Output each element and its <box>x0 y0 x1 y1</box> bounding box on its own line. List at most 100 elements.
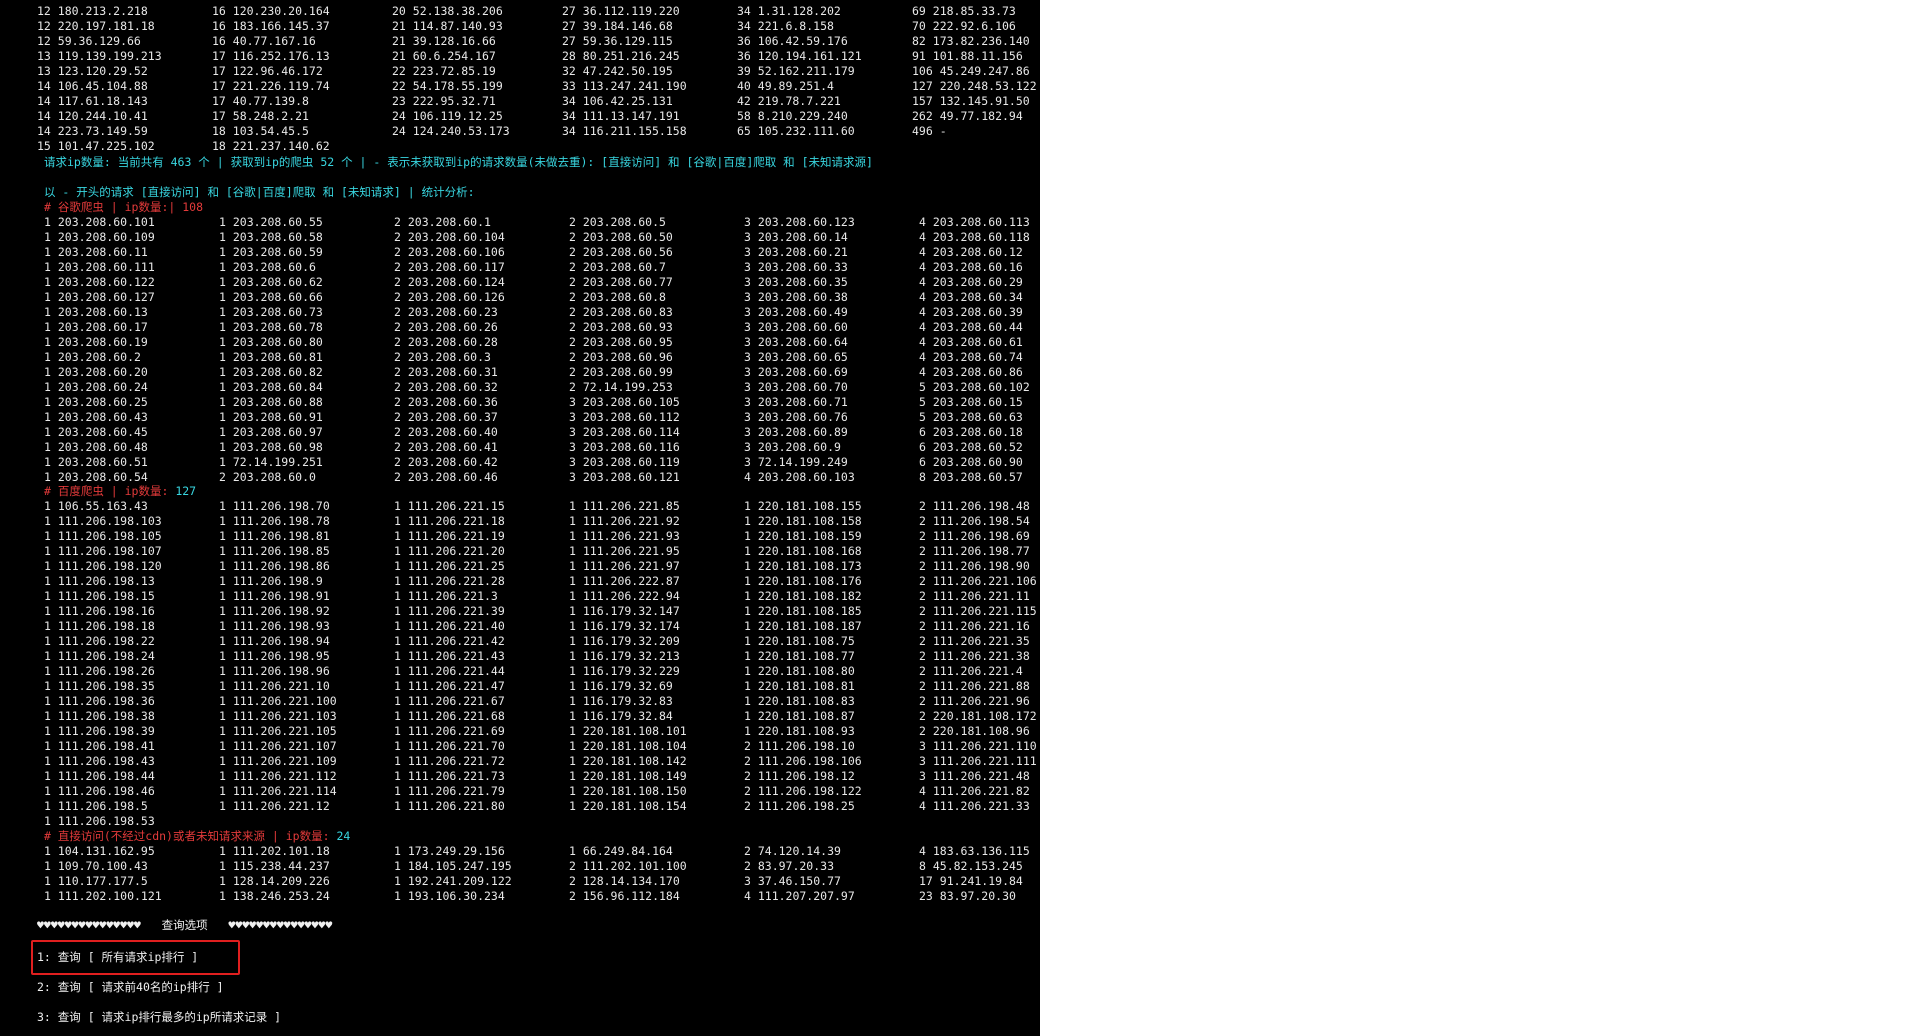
google-row-cell: 1 203.208.60.82 <box>219 365 323 379</box>
baidu-row-cell: 1 111.206.221.25 <box>394 559 505 573</box>
google-row-cell: 3 203.208.60.33 <box>744 260 848 274</box>
google-row-cell: 3 72.14.199.249 <box>744 455 848 469</box>
google-row-cell: 3 203.208.60.69 <box>744 365 848 379</box>
top-table-cell: 18 103.54.45.5 <box>212 124 309 138</box>
google-row-cell: 4 203.208.60.74 <box>919 350 1023 364</box>
google-row-cell: 1 203.208.60.2 <box>44 350 141 364</box>
top-table-cell: 22 223.72.85.19 <box>392 64 496 78</box>
google-row-cell: 3 203.208.60.9 <box>744 440 841 454</box>
baidu-row-cell: 1 111.206.221.93 <box>569 529 680 543</box>
baidu-row-cell: 1 111.206.198.46 <box>44 784 155 798</box>
baidu-row-cell: 1 220.181.108.168 <box>744 544 862 558</box>
google-row-cell: 3 203.208.60.60 <box>744 320 848 334</box>
top-table-cell: 65 105.232.111.60 <box>737 124 855 138</box>
google-row-cell: 1 203.208.60.97 <box>219 425 323 439</box>
google-row-cell: 1 203.208.60.51 <box>44 455 148 469</box>
google-row-cell: 2 203.208.60.23 <box>394 305 498 319</box>
top-table-cell: 34 1.31.128.202 <box>737 4 841 18</box>
baidu-row-cell: 1 220.181.108.75 <box>744 634 855 648</box>
top-table-cell: 17 58.248.2.21 <box>212 109 309 123</box>
baidu-row-cell: 2 111.206.198.69 <box>919 529 1030 543</box>
baidu-row-cell: 1 111.206.198.94 <box>219 634 330 648</box>
google-row-cell: 3 203.208.60.35 <box>744 275 848 289</box>
baidu-row-cell: 1 111.206.198.18 <box>44 619 155 633</box>
baidu-row-cell: 1 111.206.221.42 <box>394 634 505 648</box>
google-row-cell: 1 203.208.60.73 <box>219 305 323 319</box>
google-row-cell: 2 203.208.60.99 <box>569 365 673 379</box>
menu-option-2[interactable]: 2: 查询 [ 请求前40名的ip排行 ] <box>37 980 224 995</box>
direct-row-cell: 4 111.207.207.97 <box>744 889 855 903</box>
baidu-row-cell: 1 111.206.198.105 <box>44 529 162 543</box>
baidu-row-cell: 1 111.206.198.95 <box>219 649 330 663</box>
baidu-row-cell: 1 111.206.198.43 <box>44 754 155 768</box>
google-row-cell: 2 203.208.60.37 <box>394 410 498 424</box>
baidu-row-cell: 1 111.206.221.67 <box>394 694 505 708</box>
top-table-cell: 24 106.119.12.25 <box>392 109 503 123</box>
baidu-row-cell: 1 220.181.108.182 <box>744 589 862 603</box>
baidu-row-cell: 1 111.206.221.100 <box>219 694 337 708</box>
baidu-row-cell: 1 111.206.198.39 <box>44 724 155 738</box>
direct-row-cell: 1 66.249.84.164 <box>569 844 673 858</box>
google-row-cell: 2 203.208.60.106 <box>394 245 505 259</box>
baidu-row-cell: 1 111.206.221.12 <box>219 799 330 813</box>
baidu-row-cell: 1 111.206.222.87 <box>569 574 680 588</box>
google-row-cell: 1 203.208.60.25 <box>44 395 148 409</box>
baidu-row-cell: 1 220.181.108.87 <box>744 709 855 723</box>
baidu-row-cell: 1 111.206.221.47 <box>394 679 505 693</box>
baidu-row-cell: 4 111.206.221.82 <box>919 784 1030 798</box>
baidu-row-cell: 1 220.181.108.149 <box>569 769 687 783</box>
google-row-cell: 6 203.208.60.52 <box>919 440 1023 454</box>
baidu-header-count: 127 <box>168 484 197 498</box>
baidu-row-cell: 1 111.206.221.85 <box>569 499 680 513</box>
menu-option-3[interactable]: 3: 查询 [ 请求ip排行最多的ip所请求记录 ] <box>37 1010 281 1025</box>
google-row-cell: 3 203.208.60.114 <box>569 425 680 439</box>
google-row-cell: 1 203.208.60.48 <box>44 440 148 454</box>
baidu-row-cell: 1 116.179.32.147 <box>569 604 680 618</box>
baidu-row-cell: 1 111.206.221.112 <box>219 769 337 783</box>
baidu-row-cell: 1 220.181.108.104 <box>569 739 687 753</box>
google-row-cell: 1 203.208.60.98 <box>219 440 323 454</box>
google-row-cell: 1 203.208.60.88 <box>219 395 323 409</box>
baidu-row-cell: 1 111.206.221.19 <box>394 529 505 543</box>
baidu-row-cell: 2 111.206.198.10 <box>744 739 855 753</box>
direct-row-cell: 1 173.249.29.156 <box>394 844 505 858</box>
baidu-row-cell: 1 116.179.32.83 <box>569 694 673 708</box>
google-row-cell: 3 203.208.60.65 <box>744 350 848 364</box>
direct-header: # 直接访问(不经过cdn)或者未知请求来源 | ip数量: 24 <box>44 829 350 844</box>
google-row-cell: 2 203.208.60.1 <box>394 215 491 229</box>
baidu-row-cell: 1 111.206.198.93 <box>219 619 330 633</box>
baidu-row-cell: 1 111.206.221.95 <box>569 544 680 558</box>
baidu-row-cell: 3 111.206.221.48 <box>919 769 1030 783</box>
google-row-cell: 3 203.208.60.116 <box>569 440 680 454</box>
google-row-cell: 2 203.208.60.28 <box>394 335 498 349</box>
baidu-row-cell: 1 220.181.108.155 <box>744 499 862 513</box>
google-row-cell: 3 203.208.60.64 <box>744 335 848 349</box>
baidu-row-cell: 1 111.206.198.16 <box>44 604 155 618</box>
google-row-cell: 1 203.208.60.43 <box>44 410 148 424</box>
direct-row-cell: 2 83.97.20.33 <box>744 859 835 873</box>
google-row-cell: 3 203.208.60.105 <box>569 395 680 409</box>
baidu-row-cell: 1 220.181.108.101 <box>569 724 687 738</box>
baidu-row-cell: 2 111.206.221.38 <box>919 649 1030 663</box>
baidu-row-cell: 1 111.206.222.94 <box>569 589 680 603</box>
google-row-cell: 1 203.208.60.101 <box>44 215 155 229</box>
menu-option-1[interactable]: 1: 查询 [ 所有请求ip排行 ] <box>37 950 198 965</box>
google-row-cell: 2 203.208.60.77 <box>569 275 673 289</box>
google-row-cell: 1 203.208.60.127 <box>44 290 155 304</box>
google-row-cell: 2 203.208.60.31 <box>394 365 498 379</box>
baidu-row-cell: 2 111.206.221.11 <box>919 589 1030 603</box>
google-row-cell: 2 203.208.60.32 <box>394 380 498 394</box>
google-row-cell: 1 203.208.60.59 <box>219 245 323 259</box>
top-table-cell: 24 124.240.53.173 <box>392 124 510 138</box>
google-row-cell: 1 203.208.60.66 <box>219 290 323 304</box>
baidu-row-cell: 1 220.181.108.187 <box>744 619 862 633</box>
direct-row-cell: 1 104.131.162.95 <box>44 844 155 858</box>
google-row-cell: 1 203.208.60.19 <box>44 335 148 349</box>
baidu-row-cell: 1 111.206.198.78 <box>219 514 330 528</box>
google-row-cell: 2 203.208.60.46 <box>394 470 498 484</box>
baidu-row-cell: 3 111.206.221.110 <box>919 739 1037 753</box>
google-row-cell: 1 203.208.60.24 <box>44 380 148 394</box>
baidu-row-cell: 1 220.181.108.158 <box>744 514 862 528</box>
direct-row-cell: 1 192.241.209.122 <box>394 874 512 888</box>
baidu-row-cell: 1 220.181.108.93 <box>744 724 855 738</box>
